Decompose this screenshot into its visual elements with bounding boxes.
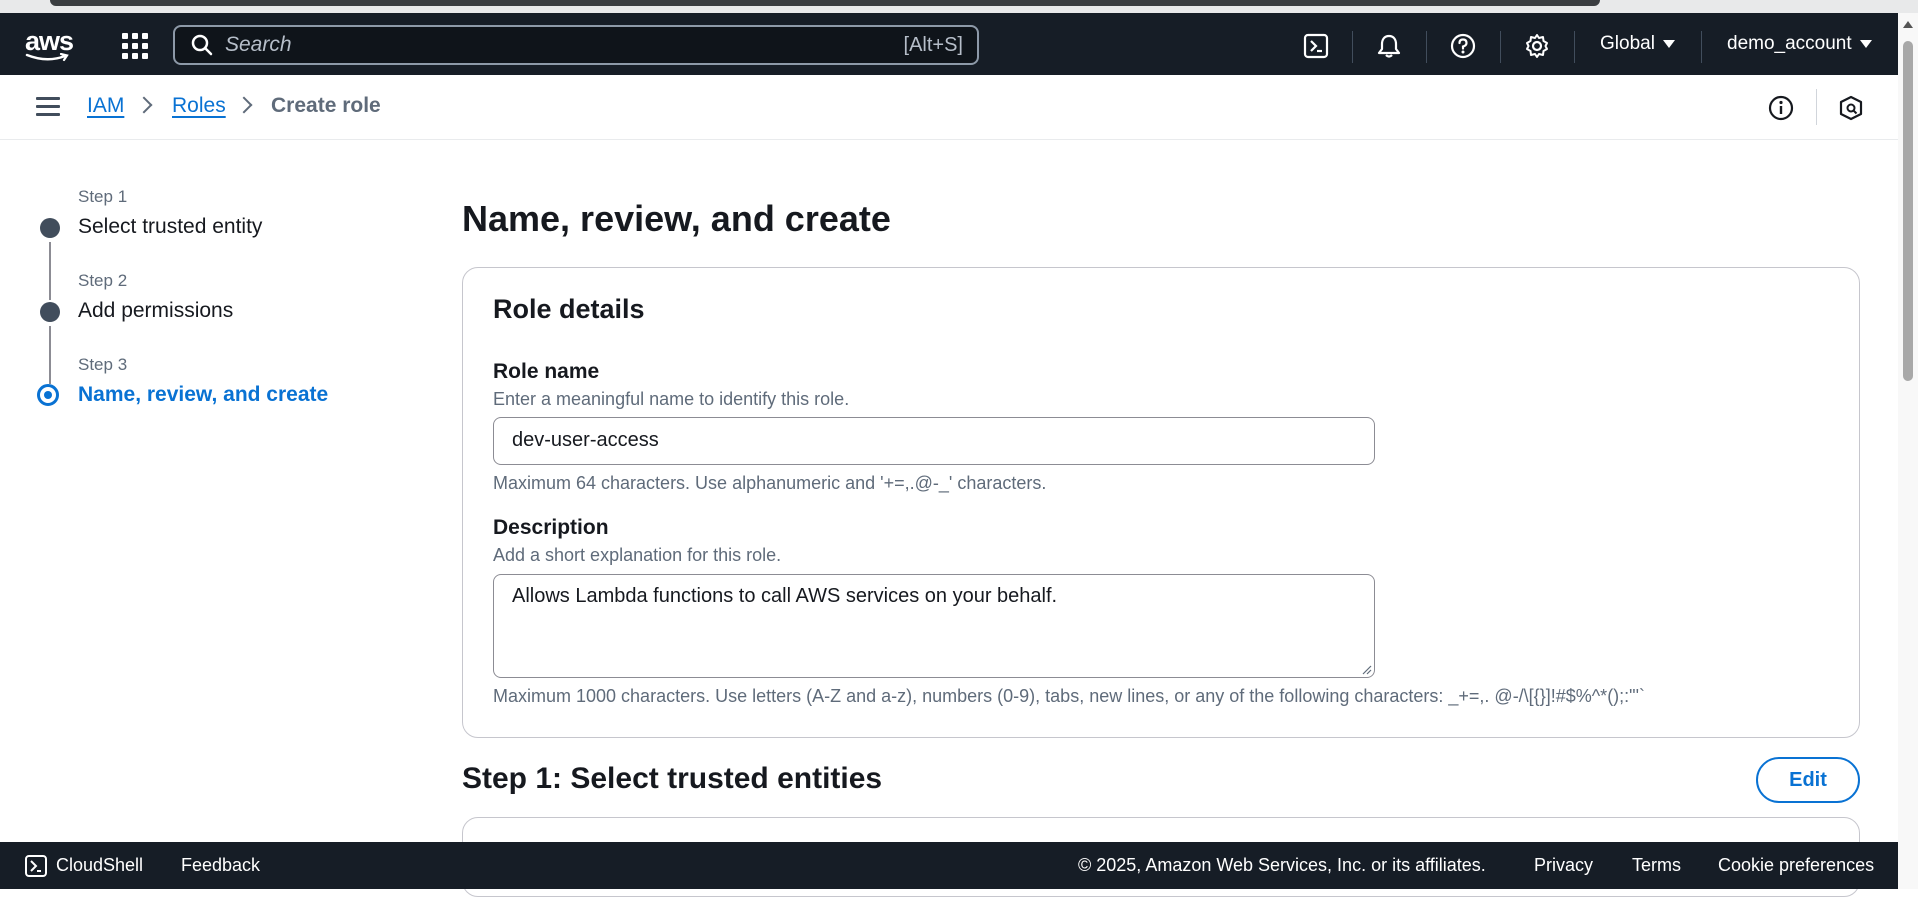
step-connector	[49, 242, 51, 300]
breadcrumb-create-role: Create role	[271, 94, 381, 117]
breadcrumb-iam[interactable]: IAM	[87, 94, 124, 118]
step-1-section-title: Step 1: Select trusted entities	[462, 762, 883, 795]
page-title: Name, review, and create	[462, 198, 891, 239]
nav-separator	[1500, 31, 1501, 63]
page-scrollbar[interactable]	[1898, 13, 1918, 889]
aws-smile-icon	[25, 53, 69, 62]
help-icon[interactable]	[1450, 33, 1476, 59]
security-shield-icon[interactable]	[1838, 95, 1864, 121]
scrollbar-thumb[interactable]	[1903, 41, 1913, 381]
role-details-title: Role details	[493, 294, 645, 324]
aws-logo-text: aws	[25, 26, 74, 56]
side-nav-toggle-icon[interactable]	[36, 97, 60, 117]
browser-tab-bar	[50, 0, 1600, 6]
scroll-up-arrow-icon[interactable]	[1903, 21, 1913, 28]
step-3-title: Name, review, and create	[78, 383, 329, 406]
notifications-bell-icon[interactable]	[1376, 33, 1402, 59]
footer-copyright: © 2025, Amazon Web Services, Inc. or its…	[1078, 855, 1486, 875]
console-footer: CloudShell Feedback © 2025, Amazon Web S…	[0, 842, 1898, 889]
region-label: Global	[1600, 33, 1655, 54]
breadcrumb-roles[interactable]: Roles	[172, 94, 226, 118]
account-menu[interactable]: demo_account	[1727, 33, 1872, 55]
resize-handle-icon[interactable]	[1362, 665, 1372, 675]
info-icon[interactable]	[1768, 95, 1794, 121]
step-connector	[49, 326, 51, 384]
description-constraint: Maximum 1000 characters. Use letters (A-…	[493, 686, 1645, 706]
nav-separator	[1352, 31, 1353, 63]
top-navigation: aws Search [Alt+S] Global demo_account	[0, 13, 1898, 75]
step-1-indicator	[40, 218, 60, 238]
crumbbar-separator	[1816, 89, 1817, 125]
account-label: demo_account	[1727, 33, 1852, 54]
step-2-title[interactable]: Add permissions	[78, 299, 233, 323]
footer-feedback-link[interactable]: Feedback	[181, 855, 260, 876]
step-1-title[interactable]: Select trusted entity	[78, 215, 262, 239]
step-2-indicator	[40, 302, 60, 322]
step-1-label: Step 1	[78, 187, 128, 206]
cloudshell-footer-icon	[25, 855, 47, 877]
settings-gear-icon[interactable]	[1524, 33, 1550, 59]
step-3-indicator-active	[37, 384, 59, 406]
role-name-constraint: Maximum 64 characters. Use alphanumeric …	[493, 473, 1047, 493]
caret-down-icon	[1859, 40, 1872, 48]
aws-logo[interactable]: aws	[25, 26, 75, 63]
footer-privacy-link[interactable]: Privacy	[1534, 855, 1593, 876]
nav-separator	[1701, 31, 1702, 63]
search-input[interactable]: Search	[225, 33, 904, 57]
browser-strip	[0, 0, 1918, 13]
footer-cloudshell-link[interactable]: CloudShell	[56, 855, 143, 876]
footer-terms-link[interactable]: Terms	[1632, 855, 1681, 876]
search-icon	[191, 34, 213, 56]
caret-down-icon	[1662, 40, 1675, 48]
chevron-right-icon	[235, 96, 253, 114]
edit-step-1-button[interactable]: Edit	[1756, 757, 1860, 803]
cloudshell-icon[interactable]	[1303, 33, 1329, 59]
breadcrumb-bar: IAM Roles Create role	[0, 75, 1898, 140]
description-label: Description	[493, 516, 609, 539]
footer-cookie-preferences-link[interactable]: Cookie preferences	[1718, 855, 1874, 876]
services-menu-icon[interactable]	[122, 33, 148, 59]
nav-separator	[1574, 31, 1575, 63]
role-details-card: Role details Role name Enter a meaningfu…	[462, 267, 1860, 738]
chevron-right-icon	[135, 96, 153, 114]
step-2-label: Step 2	[78, 271, 128, 290]
description-value: Allows Lambda functions to call AWS serv…	[512, 585, 1058, 607]
step-3-label: Step 3	[78, 355, 128, 374]
description-help: Add a short explanation for this role.	[493, 545, 782, 565]
region-selector[interactable]: Global	[1600, 33, 1675, 55]
description-textarea[interactable]: Allows Lambda functions to call AWS serv…	[493, 574, 1375, 678]
role-name-input[interactable]: dev-user-access	[493, 417, 1375, 465]
role-name-label: Role name	[493, 360, 600, 383]
search-shortcut-hint: [Alt+S]	[903, 33, 963, 56]
search-bar[interactable]: Search [Alt+S]	[173, 25, 979, 65]
nav-separator	[1426, 31, 1427, 63]
role-name-description: Enter a meaningful name to identify this…	[493, 389, 850, 409]
